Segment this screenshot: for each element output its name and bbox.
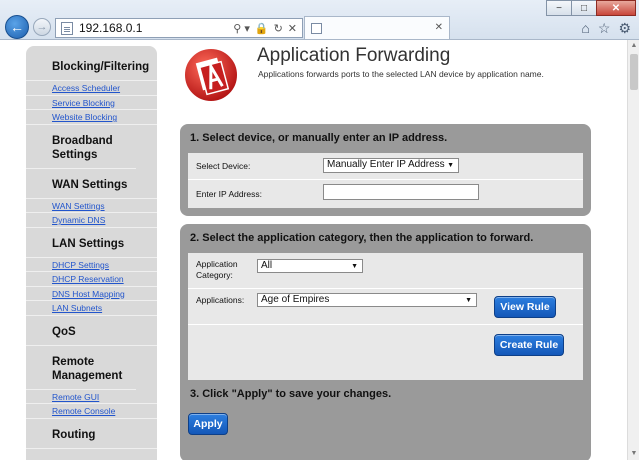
scroll-down-icon[interactable]: ▼: [629, 449, 639, 459]
sidebar-link-dhcp-reservation[interactable]: DHCP Reservation: [26, 272, 157, 287]
apply-button[interactable]: Apply: [188, 413, 228, 435]
category-label: Application Category:: [196, 259, 238, 281]
ip-row: Enter IP Address:: [188, 180, 583, 208]
sidebar-link-dns-host-mapping[interactable]: DNS Host Mapping: [26, 287, 157, 301]
close-window-button[interactable]: ✕: [596, 0, 636, 16]
view-rule-button[interactable]: View Rule: [494, 296, 556, 318]
device-select[interactable]: Manually Enter IP Address ▼: [323, 158, 459, 173]
tab-favicon-icon: [311, 22, 322, 34]
dropdown-arrow-icon: ▼: [447, 162, 454, 169]
create-rule-row: Create Rule: [188, 325, 583, 361]
sidebar-heading-routing[interactable]: Routing: [26, 419, 157, 449]
device-row: Select Device: Manually Enter IP Address…: [188, 153, 583, 180]
dropdown-arrow-icon: ▼: [465, 297, 472, 304]
applications-select-value: Age of Empires: [261, 294, 330, 305]
lock-icon[interactable]: 🔒: [255, 22, 269, 35]
step3-title: 3. Click "Apply" to save your changes.: [190, 388, 392, 400]
category-select[interactable]: All ▼: [257, 259, 363, 273]
forward-arrow-icon: →: [36, 21, 48, 33]
sidebar-link-service-blocking[interactable]: Service Blocking: [26, 96, 157, 110]
sidebar-link-wan-settings[interactable]: WAN Settings: [26, 199, 157, 213]
applications-row: Applications: Age of Empires ▼ View Rule: [188, 289, 583, 325]
category-select-value: All: [261, 260, 273, 271]
scroll-up-icon[interactable]: ▲: [629, 41, 639, 51]
sidebar-heading-qos[interactable]: QoS: [26, 316, 157, 346]
sidebar-link-remote-console[interactable]: Remote Console: [26, 404, 157, 419]
refresh-icon[interactable]: ↻: [274, 22, 283, 35]
category-label-line1: Application: [196, 259, 238, 269]
sidebar: Blocking/Filtering Access Scheduler Serv…: [26, 46, 157, 460]
forward-button[interactable]: →: [33, 18, 51, 36]
page-title: Application Forwarding: [257, 45, 451, 66]
page-icon: [61, 21, 73, 35]
maximize-button[interactable]: □: [571, 0, 597, 16]
home-icon[interactable]: ⌂: [581, 20, 589, 37]
sidebar-link-dhcp-settings[interactable]: DHCP Settings: [26, 258, 157, 272]
applications-select[interactable]: Age of Empires ▼: [257, 293, 477, 307]
step3-panel: 3. Click "Apply" to save your changes. A…: [180, 380, 591, 460]
back-arrow-icon: ←: [10, 19, 24, 35]
browser-toolbar: ⌂ ☆ ⚙: [581, 20, 631, 37]
sidebar-heading-lan[interactable]: LAN Settings: [26, 228, 157, 258]
sidebar-link-access-scheduler[interactable]: Access Scheduler: [26, 81, 157, 96]
dropdown-arrow-icon: ▼: [351, 263, 358, 270]
device-label: Select Device:: [196, 161, 251, 171]
sidebar-heading-remote-management[interactable]: Remote Management: [26, 346, 136, 390]
sidebar-heading-broadband[interactable]: Broadband Settings: [26, 125, 136, 169]
browser-tab[interactable]: ✕: [304, 16, 450, 39]
step1-form: Select Device: Manually Enter IP Address…: [188, 153, 583, 208]
address-bar[interactable]: 192.168.0.1 ⚲ ▾ 🔒 ↻ ✕: [55, 18, 303, 38]
step1-panel: 1. Select device, or manually enter an I…: [180, 124, 591, 216]
applications-label: Applications:: [196, 295, 245, 305]
search-dropdown-icon[interactable]: ⚲ ▾: [233, 22, 250, 35]
sidebar-link-website-blocking[interactable]: Website Blocking: [26, 110, 157, 125]
url-text[interactable]: 192.168.0.1: [79, 21, 233, 35]
ip-label: Enter IP Address:: [196, 189, 262, 199]
scroll-thumb[interactable]: [630, 54, 638, 90]
stop-icon[interactable]: ✕: [288, 22, 297, 35]
browser-chrome: − □ ✕ ← → 192.168.0.1 ⚲ ▾ 🔒 ↻ ✕ ✕ ⌂ ☆ ⚙: [0, 0, 639, 40]
sidebar-link-remote-gui[interactable]: Remote GUI: [26, 390, 157, 404]
settings-gear-icon[interactable]: ⚙: [618, 20, 631, 37]
sidebar-heading-blocking[interactable]: Blocking/Filtering: [26, 56, 157, 81]
ip-address-input[interactable]: [323, 184, 479, 200]
device-select-value: Manually Enter IP Address: [327, 159, 445, 170]
vertical-scrollbar[interactable]: ▲ ▼: [627, 40, 639, 460]
category-label-line2: Category:: [196, 270, 233, 280]
step2-title: 2. Select the application category, then…: [190, 232, 534, 244]
minimize-button[interactable]: −: [546, 0, 572, 16]
favorites-star-icon[interactable]: ☆: [598, 20, 611, 37]
application-forwarding-logo-icon: [183, 47, 239, 103]
back-button[interactable]: ←: [5, 15, 29, 39]
sidebar-link-lan-subnets[interactable]: LAN Subnets: [26, 301, 157, 316]
page-subtitle: Applications forwards ports to the selec…: [258, 69, 544, 79]
category-row: Application Category: All ▼: [188, 253, 583, 289]
page-viewport: Blocking/Filtering Access Scheduler Serv…: [0, 40, 627, 460]
step1-title: 1. Select device, or manually enter an I…: [190, 132, 448, 144]
window-controls: − □ ✕: [546, 0, 636, 16]
sidebar-heading-wan[interactable]: WAN Settings: [26, 169, 157, 199]
tab-close-icon[interactable]: ✕: [435, 22, 443, 33]
create-rule-button[interactable]: Create Rule: [494, 334, 564, 356]
sidebar-link-dynamic-dns[interactable]: Dynamic DNS: [26, 213, 157, 228]
